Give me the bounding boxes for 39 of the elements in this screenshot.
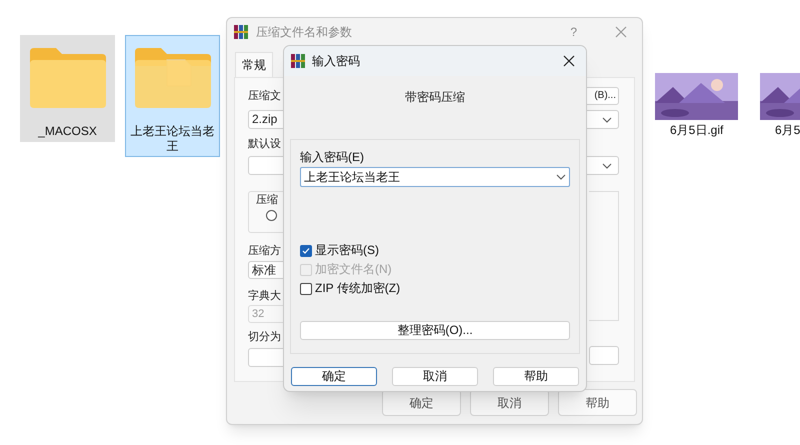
folder-item[interactable]: 上老王论坛当老王 (125, 35, 220, 157)
chevron-down-icon (556, 174, 566, 180)
folder-item[interactable]: _MACOSX (20, 35, 115, 142)
checkbox-label: 显示密码(S) (315, 244, 379, 257)
archive-books-icon (291, 54, 305, 68)
field-label: 字典大 (248, 289, 281, 303)
dialog-button[interactable]: 帮助 (558, 389, 637, 416)
image-file-item[interactable]: 6月5日.gif (650, 35, 745, 139)
group-label: 压缩 (256, 193, 278, 207)
chevron-down-icon (602, 116, 612, 122)
checkbox[interactable] (300, 282, 312, 294)
organize-passwords-button[interactable]: 整理密码(O)... (300, 321, 570, 340)
checkbox-label: ZIP 传统加密(Z) (315, 282, 400, 295)
tab[interactable]: 常规 (235, 52, 273, 77)
checkbox[interactable] (300, 244, 312, 256)
window-title: 输入密码 (312, 53, 360, 70)
chevron-down-icon (602, 162, 612, 168)
checkbox-label: 加密文件名(N) (315, 263, 392, 276)
field-label: 压缩方 (248, 244, 281, 258)
file-name: 6月5 (774, 123, 800, 138)
split-field[interactable] (589, 346, 619, 365)
field-label: 默认设 (248, 137, 281, 151)
field-label: 切分为 (248, 330, 281, 344)
dialog-heading: 带密码压缩 (404, 89, 466, 106)
password-field[interactable]: 上老王论坛当老王 (300, 167, 570, 187)
dialog-button[interactable]: 取消 (392, 367, 478, 386)
window-title: 压缩文件名和参数 (256, 24, 352, 41)
file-name: 6月5日.gif (669, 123, 724, 138)
field-label: 输入密码(E) (300, 150, 365, 164)
dialog-button[interactable]: 确定 (291, 367, 377, 386)
image-file-item[interactable]: 6月5 (755, 35, 800, 139)
close-icon[interactable] (563, 55, 575, 67)
archive-books-icon (234, 25, 248, 39)
file-name: _MACOSX (37, 124, 98, 139)
password-text: 上老王论坛当老王 (304, 169, 400, 186)
radio-button[interactable] (266, 210, 277, 221)
dialog-button[interactable]: 帮助 (493, 367, 579, 386)
file-name: 上老王论坛当老王 (130, 124, 216, 154)
field-label: 压缩文 (248, 88, 281, 104)
